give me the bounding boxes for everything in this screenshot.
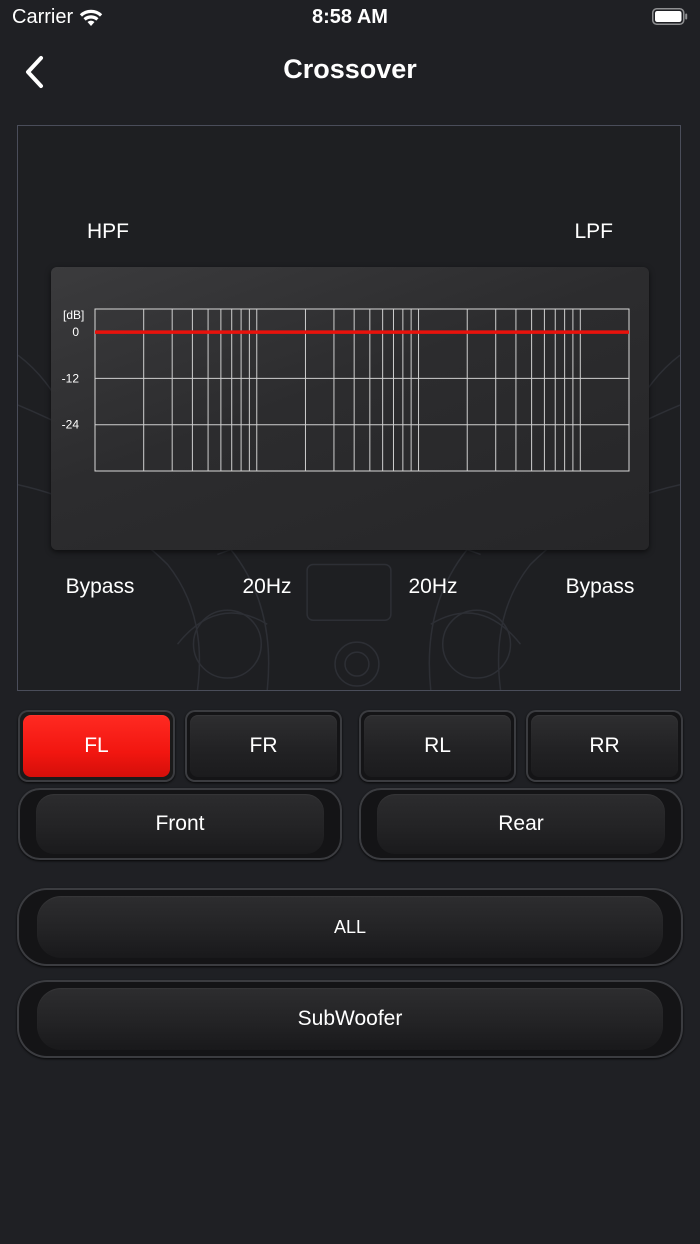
rear-group-label: Rear <box>498 812 544 835</box>
y-tick-label: -12 <box>62 371 80 385</box>
channel-fl-label: FL <box>84 734 109 757</box>
channel-fr-label: FR <box>249 734 278 757</box>
front-group-button[interactable]: Front <box>18 788 342 860</box>
graph-canvas: [dB] 0 -12 -24 <box>62 308 630 472</box>
y-tick-label: -24 <box>62 418 80 432</box>
channel-fr-button[interactable]: FR <box>185 710 342 782</box>
hpf-frequency[interactable]: 20Hz <box>242 575 291 599</box>
rear-group-button[interactable]: Rear <box>359 788 683 860</box>
subwoofer-label: SubWoofer <box>297 1007 403 1030</box>
channel-fl-button[interactable]: FL <box>18 710 175 782</box>
lpf-label: LPF <box>574 220 613 243</box>
status-bar: Carrier 8:58 AM <box>0 0 700 36</box>
crossover-screen: Carrier 8:58 AM Crossover HPF LPF [dB] 0… <box>0 0 700 1244</box>
all-channels-button[interactable]: ALL <box>17 888 683 966</box>
y-tick-label: 0 <box>72 325 79 339</box>
status-time: 8:58 AM <box>312 6 388 28</box>
db-unit-label: [dB] <box>63 308 84 322</box>
page-title: Crossover <box>283 54 417 84</box>
y-axis-ticks: 0 -12 -24 <box>62 325 80 432</box>
hpf-label: HPF <box>87 220 129 243</box>
battery-icon <box>652 8 688 25</box>
channel-rr-button[interactable]: RR <box>526 710 683 782</box>
all-channels-label: ALL <box>333 916 367 937</box>
hpf-value[interactable]: Bypass <box>66 575 135 599</box>
front-group-label: Front <box>155 812 205 835</box>
channel-rl-label: RL <box>424 734 451 757</box>
channel-rl-button[interactable]: RL <box>359 710 516 782</box>
lpf-value[interactable]: Bypass <box>566 575 635 599</box>
frequency-response-graph[interactable]: [dB] 0 -12 -24 <box>51 267 649 550</box>
channel-rr-label: RR <box>589 734 620 757</box>
crossover-panel: HPF LPF [dB] 0 -12 -24 Bypass 20Hz 20Hz By… <box>17 125 681 691</box>
frequency-values: Bypass 20Hz 20Hz Bypass <box>18 575 680 605</box>
lpf-frequency[interactable]: 20Hz <box>408 575 457 599</box>
subwoofer-button[interactable]: SubWoofer <box>17 980 683 1058</box>
